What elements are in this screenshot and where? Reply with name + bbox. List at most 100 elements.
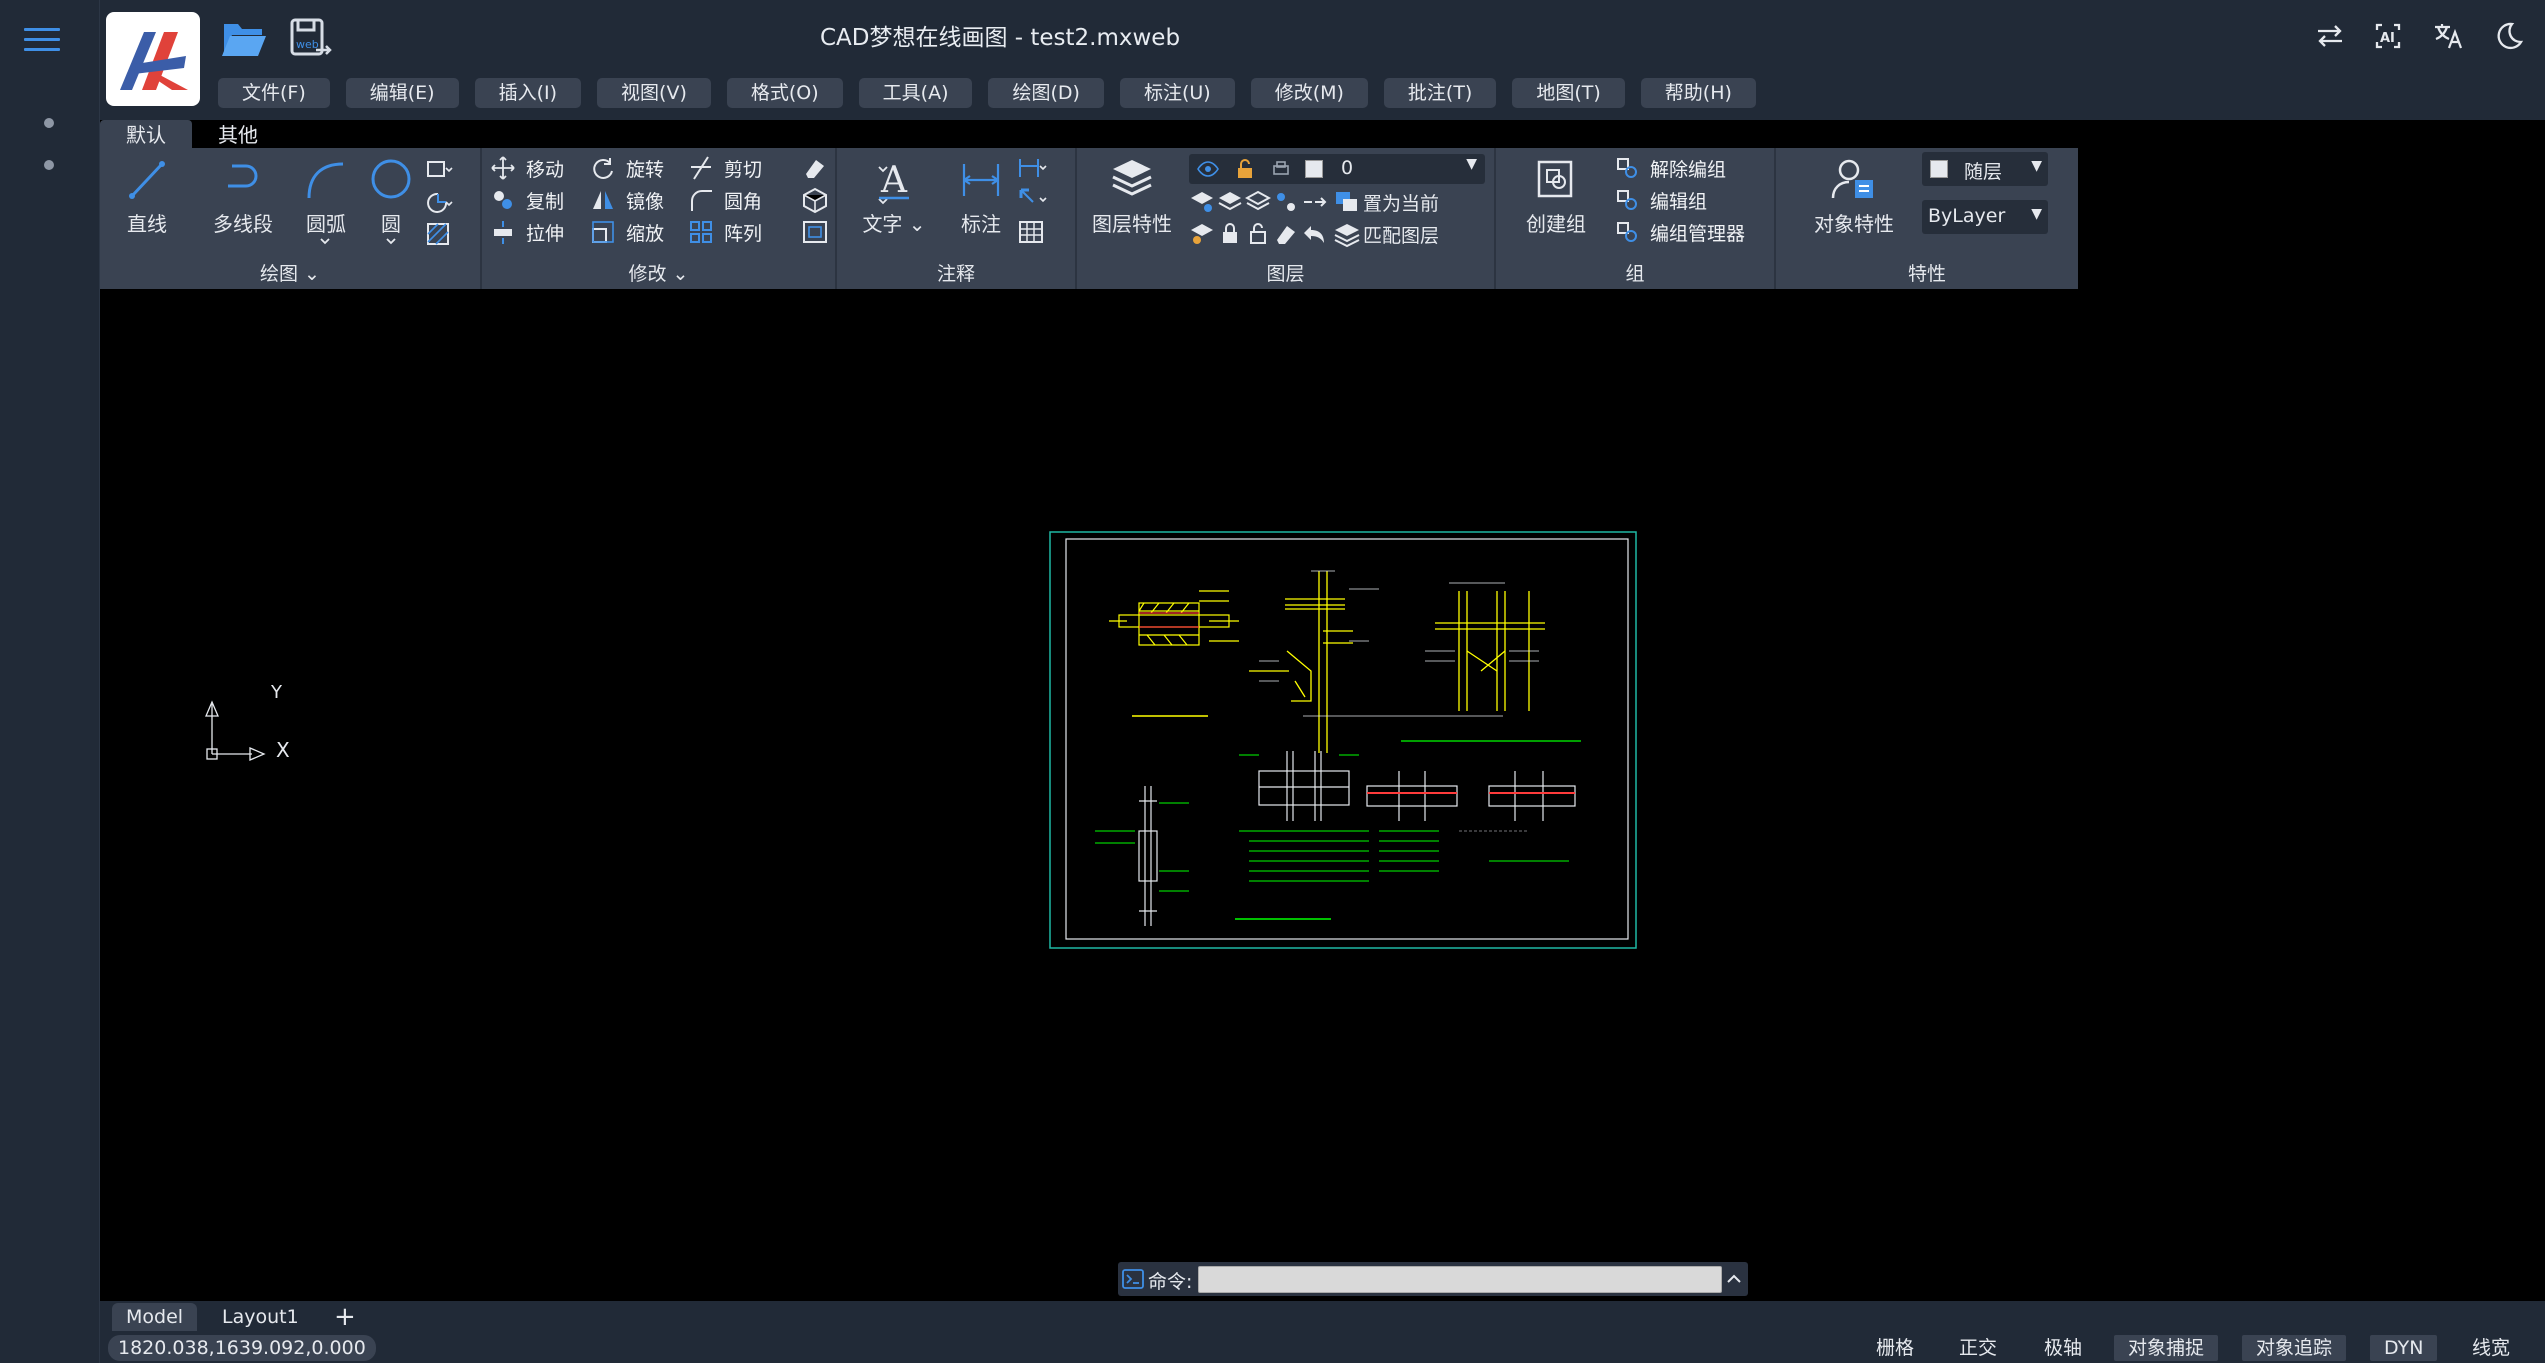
layer-stack-icon[interactable] xyxy=(1217,188,1243,216)
tab-other[interactable]: 其他 xyxy=(192,120,284,150)
toggle-dyn[interactable]: DYN xyxy=(2370,1335,2438,1361)
tool-fillet[interactable]: 圆角 xyxy=(688,186,762,214)
toggle-object-track[interactable]: 对象追踪 xyxy=(2242,1335,2347,1361)
leader-icon[interactable] xyxy=(1017,186,1047,214)
rail-dot-1[interactable] xyxy=(44,118,54,128)
tab-layout1[interactable]: Layout1 xyxy=(208,1303,313,1331)
tool-ungroup[interactable]: 解除编组 xyxy=(1614,154,1726,182)
linear-dim-icon[interactable] xyxy=(1017,154,1047,182)
dark-mode-icon[interactable] xyxy=(2492,20,2524,52)
explode-icon[interactable] xyxy=(800,186,830,214)
layer-erase-icon[interactable] xyxy=(1273,220,1299,248)
command-input[interactable] xyxy=(1198,1266,1722,1293)
tool-stretch[interactable]: 拉伸 xyxy=(490,218,564,246)
app-logo xyxy=(106,12,200,106)
menu-icon[interactable] xyxy=(24,28,60,56)
toggle-ortho[interactable]: 正交 xyxy=(1945,1335,2011,1361)
layer-walk-icon[interactable] xyxy=(1273,188,1299,216)
tool-text[interactable]: A 文字 ⌄ xyxy=(859,156,929,237)
toggle-polar[interactable]: 极轴 xyxy=(2030,1335,2096,1361)
menu-draw[interactable]: 绘图(D) xyxy=(988,78,1104,108)
menu-dimension[interactable]: 标注(U) xyxy=(1119,78,1235,108)
chevron-up-icon[interactable] xyxy=(1724,1268,1744,1290)
table-icon[interactable] xyxy=(1017,218,1047,246)
set-current-button[interactable]: 置为当前 xyxy=(1363,188,1439,216)
menu-map[interactable]: 地图(T) xyxy=(1512,78,1625,108)
svg-text:AI: AI xyxy=(2380,31,2395,46)
arc-icon xyxy=(307,162,344,199)
ellipse-icon[interactable] xyxy=(424,188,454,216)
hatch-icon[interactable] xyxy=(424,220,454,248)
drawing-canvas[interactable]: Y X xyxy=(100,289,2545,1301)
menu-edit[interactable]: 编辑(E) xyxy=(345,78,459,108)
panel-modify-title[interactable]: 修改 ⌄ xyxy=(482,261,835,287)
offset-icon[interactable] xyxy=(800,218,830,246)
ungroup-icon xyxy=(1617,158,1637,178)
panel-group: 创建组 解除编组 编辑组 编组管理器 组 xyxy=(1496,148,1776,289)
menu-modify[interactable]: 修改(M) xyxy=(1250,78,1368,108)
toggle-grid[interactable]: 栅格 xyxy=(1862,1335,1928,1361)
match-layer-icon[interactable] xyxy=(1333,220,1361,248)
match-layer-button[interactable]: 匹配图层 xyxy=(1363,220,1439,248)
erase-icon[interactable] xyxy=(800,154,830,182)
lock-icon[interactable] xyxy=(1217,220,1243,248)
tool-polyline[interactable]: 多线段 xyxy=(208,156,278,237)
toggle-object-snap[interactable]: 对象捕捉 xyxy=(2114,1335,2219,1361)
color-dropdown[interactable]: 随层 ▼ xyxy=(1922,152,2048,186)
toggle-lineweight[interactable]: 线宽 xyxy=(2458,1335,2524,1361)
save-web-icon[interactable]: web xyxy=(286,14,338,64)
circle-dropdown-icon[interactable] xyxy=(384,236,398,248)
layer-merge-icon[interactable] xyxy=(1301,188,1327,216)
menu-view[interactable]: 视图(V) xyxy=(597,78,711,108)
tab-model[interactable]: Model xyxy=(112,1303,198,1331)
menu-format[interactable]: 格式(O) xyxy=(726,78,843,108)
tool-dimension[interactable]: 标注 xyxy=(949,156,1013,237)
add-layout-button[interactable]: + xyxy=(320,1303,370,1331)
menubar: 文件(F) 编辑(E) 插入(I) 视图(V) 格式(O) 工具(A) 绘图(D… xyxy=(218,78,1756,110)
linetype-dropdown[interactable]: ByLayer ▼ xyxy=(1922,200,2048,234)
tool-arc[interactable]: 圆弧 xyxy=(296,156,356,237)
unlock-layer-icon[interactable] xyxy=(1245,220,1271,248)
tool-line[interactable]: 直线 xyxy=(112,156,182,237)
layer-isolate-icon[interactable] xyxy=(1245,188,1271,216)
polyline-icon xyxy=(228,164,258,188)
arc-dropdown-icon[interactable] xyxy=(318,236,332,248)
layer-freeze-icon[interactable] xyxy=(1189,220,1215,248)
tool-circle[interactable]: 圆 xyxy=(366,156,416,237)
layer-dropdown[interactable]: 0 ▼ xyxy=(1189,154,1485,184)
tool-copy[interactable]: 复制 xyxy=(490,186,564,214)
text-icon: A xyxy=(879,160,909,201)
set-current-icon[interactable] xyxy=(1333,188,1361,216)
tab-default[interactable]: 默认 xyxy=(100,120,192,150)
panel-draw-title[interactable]: 绘图 ⌄ xyxy=(100,261,480,287)
menu-insert[interactable]: 插入(I) xyxy=(474,78,582,108)
tool-trim[interactable]: 剪切 xyxy=(688,154,762,182)
translate-icon[interactable] xyxy=(2432,20,2464,52)
tool-group-manager[interactable]: 编组管理器 xyxy=(1614,218,1745,246)
header: web CAD梦想在线画图 - test2.mxweb AI 文件(F) 编辑(… xyxy=(100,0,2545,120)
tool-layer-properties[interactable]: 图层特性 xyxy=(1087,156,1177,237)
tool-edit-group[interactable]: 编辑组 xyxy=(1614,186,1707,214)
tool-move[interactable]: 移动 xyxy=(490,154,564,182)
rectangle-icon[interactable] xyxy=(424,156,454,184)
tool-array[interactable]: 阵列 xyxy=(688,218,762,246)
layer-on-icon[interactable] xyxy=(1189,188,1215,216)
rail-dot-2[interactable] xyxy=(44,160,54,170)
menu-file[interactable]: 文件(F) xyxy=(218,78,330,108)
ai-icon[interactable]: AI xyxy=(2372,20,2404,52)
tool-scale[interactable]: 缩放 xyxy=(590,218,664,246)
open-folder-icon[interactable] xyxy=(218,14,270,64)
menu-tools[interactable]: 工具(A) xyxy=(858,78,973,108)
command-bar: 命令: xyxy=(1118,1262,1748,1296)
tool-mirror[interactable]: 镜像 xyxy=(590,186,664,214)
terminal-icon xyxy=(1122,1269,1144,1289)
swap-icon[interactable] xyxy=(2314,20,2346,52)
layers-icon xyxy=(1112,160,1152,196)
menu-help[interactable]: 帮助(H) xyxy=(1640,78,1756,108)
tool-create-group[interactable]: 创建组 xyxy=(1516,156,1596,237)
edit-group-icon xyxy=(1617,190,1637,210)
menu-annotate[interactable]: 批注(T) xyxy=(1383,78,1497,108)
layer-previous-icon[interactable] xyxy=(1301,220,1327,248)
tool-rotate[interactable]: 旋转 xyxy=(590,154,664,182)
tool-object-properties[interactable]: 对象特性 xyxy=(1804,156,1904,237)
